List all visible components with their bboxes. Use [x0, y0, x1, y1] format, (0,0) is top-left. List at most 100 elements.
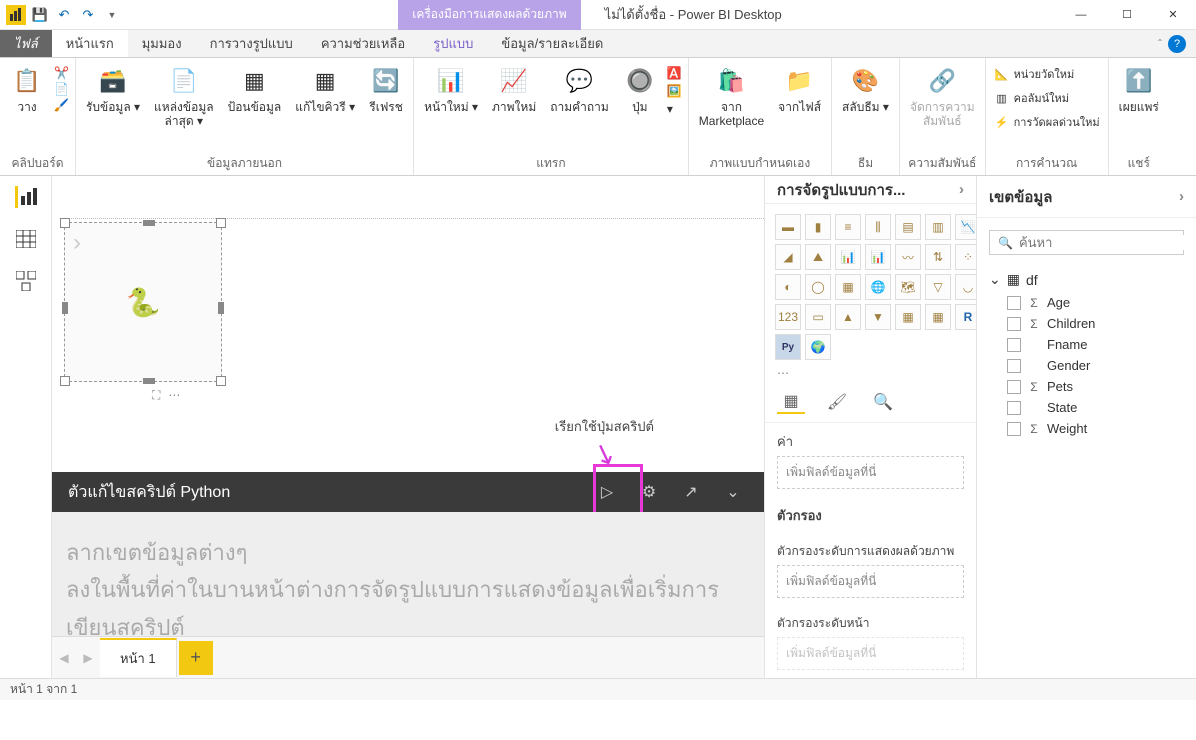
viz-stacked-bar-icon[interactable]: ▬: [775, 214, 801, 240]
qat-dropdown[interactable]: ▼: [102, 5, 122, 25]
viz-stacked-area-icon[interactable]: ⛰: [805, 244, 831, 270]
viz-treemap-icon[interactable]: ▦: [835, 274, 861, 300]
viz-funnel-icon[interactable]: ▽: [925, 274, 951, 300]
viz-clustered-column-icon[interactable]: ⫼: [865, 214, 891, 240]
new-column-button[interactable]: ▥คอลัมน์ใหม่: [992, 88, 1102, 108]
add-page-button[interactable]: +: [179, 641, 213, 675]
image-icon[interactable]: 🖼️: [667, 84, 682, 98]
tab-home[interactable]: หน้าแรก: [52, 30, 128, 57]
report-canvas[interactable]: › 🐍 ⛶ ⋯ เรียกใช้ปุ่มสคริปต์ ↘ ตัวแก้ไขสค…: [52, 176, 764, 678]
from-file-button[interactable]: 📁จากไฟส์: [774, 62, 825, 116]
checkbox[interactable]: [1007, 401, 1021, 415]
collapse-editor-icon[interactable]: ⌄: [718, 477, 748, 507]
table-df[interactable]: ⌄ ▦ df: [977, 267, 1196, 292]
tab-format[interactable]: รูปแบบ: [419, 30, 487, 57]
viz-more-icon[interactable]: ⋯: [765, 364, 976, 382]
checkbox[interactable]: [1007, 338, 1021, 352]
format-tab-icon[interactable]: 🖌: [823, 390, 851, 414]
save-icon[interactable]: 💾: [30, 5, 50, 25]
recent-sources-button[interactable]: 📄แหล่งข้อมูล ล่าสุด ▾: [150, 62, 218, 131]
tab-help[interactable]: ความช่วยเหลือ: [307, 30, 419, 57]
new-page-button[interactable]: 📊หน้าใหม่ ▾: [420, 62, 482, 116]
checkbox[interactable]: [1007, 422, 1021, 436]
analytics-tab-icon[interactable]: 🔍: [869, 390, 897, 414]
checkbox[interactable]: [1007, 317, 1021, 331]
viz-area-icon[interactable]: ◢: [775, 244, 801, 270]
viz-python-icon[interactable]: Py: [775, 334, 801, 360]
python-visual-placeholder[interactable]: › 🐍: [64, 222, 222, 382]
close-button[interactable]: ✕: [1150, 0, 1196, 30]
edit-queries-button[interactable]: ▦แก้ไขคิวรี ▾: [291, 62, 359, 116]
viz-card-icon[interactable]: 123: [775, 304, 801, 330]
undo-icon[interactable]: ↶: [54, 5, 74, 25]
viz-donut-icon[interactable]: ◯: [805, 274, 831, 300]
viz-clustered-bar-icon[interactable]: ≡: [835, 214, 861, 240]
get-data-button[interactable]: 🗃️รับข้อมูล ▾: [82, 62, 144, 116]
quick-measure-button[interactable]: ⚡การวัดผลด่วนใหม่: [992, 112, 1102, 132]
ask-question-button[interactable]: 💬ถามคำถาม: [546, 62, 613, 116]
checkbox[interactable]: [1007, 380, 1021, 394]
checkbox[interactable]: [1007, 296, 1021, 310]
popout-icon[interactable]: ↗: [676, 477, 706, 507]
maximize-button[interactable]: ☐: [1104, 0, 1150, 30]
copy-icon[interactable]: 📄: [54, 82, 69, 96]
viz-arcgis-icon[interactable]: 🌍: [805, 334, 831, 360]
field-children[interactable]: ΣChildren: [977, 313, 1196, 334]
field-pets[interactable]: ΣPets: [977, 376, 1196, 397]
more-options-icon[interactable]: ⋯: [168, 388, 180, 403]
refresh-button[interactable]: 🔄รีเฟรช: [365, 62, 407, 116]
field-gender[interactable]: Gender: [977, 355, 1196, 376]
viz-line-column-icon[interactable]: 📊: [835, 244, 861, 270]
page-prev-icon[interactable]: ◀: [52, 651, 76, 665]
tab-view[interactable]: มุมมอง: [128, 30, 196, 57]
viz-100-bar-icon[interactable]: ▤: [895, 214, 921, 240]
checkbox[interactable]: [1007, 359, 1021, 373]
publish-button[interactable]: ⬆️เผยแพร่: [1115, 62, 1163, 116]
redo-icon[interactable]: ↷: [78, 5, 98, 25]
report-view-icon[interactable]: [15, 186, 37, 208]
collapse-viz-pane-icon[interactable]: ›: [959, 181, 964, 198]
fields-tab-icon[interactable]: ▦: [777, 390, 805, 414]
viz-stacked-column-icon[interactable]: ▮: [805, 214, 831, 240]
viz-line-clustered-icon[interactable]: 📊: [865, 244, 891, 270]
viz-ribbon-icon[interactable]: 〰: [895, 244, 921, 270]
script-editor-body[interactable]: ลากเขตข้อมูลต่างๆ ลงในพื้นที่ค่าในบานหน้…: [52, 512, 764, 636]
from-marketplace-button[interactable]: 🛍️จาก Marketplace: [695, 62, 768, 131]
viz-multi-card-icon[interactable]: ▭: [805, 304, 831, 330]
enter-data-button[interactable]: ▦ป้อนข้อมูล: [224, 62, 286, 116]
cut-icon[interactable]: ✂️: [54, 66, 69, 80]
viz-kpi-icon[interactable]: ▲: [835, 304, 861, 330]
buttons-button[interactable]: 🔘ปุ่ม: [619, 62, 661, 116]
viz-map-icon[interactable]: 🌐: [865, 274, 891, 300]
page-next-icon[interactable]: ▶: [76, 651, 100, 665]
viz-slicer-icon[interactable]: ▼: [865, 304, 891, 330]
viz-pie-icon[interactable]: ◐: [775, 274, 801, 300]
manage-relationships-button[interactable]: 🔗จัดการความ สัมพันธ์: [906, 62, 979, 131]
model-view-icon[interactable]: [15, 270, 37, 292]
tab-modeling[interactable]: การวางรูปแบบ: [196, 30, 307, 57]
tab-data[interactable]: ข้อมูล/รายละเอียด: [487, 30, 617, 57]
switch-theme-button[interactable]: 🎨สลับธีม ▾: [838, 62, 893, 116]
page-tab-1[interactable]: หน้า 1: [100, 638, 177, 677]
fields-search[interactable]: 🔍: [989, 230, 1184, 255]
new-measure-button[interactable]: 📐หน่วยวัดใหม่: [992, 64, 1102, 84]
viz-waterfall-icon[interactable]: ⇅: [925, 244, 951, 270]
help-icon[interactable]: ?: [1168, 35, 1186, 53]
paste-button[interactable]: 📋 วาง: [6, 62, 48, 116]
viz-100-column-icon[interactable]: ▥: [925, 214, 951, 240]
collapse-ribbon-icon[interactable]: ˆ: [1158, 37, 1162, 51]
viz-matrix-icon[interactable]: ▦: [925, 304, 951, 330]
values-well[interactable]: เพิ่มฟิลด์ข้อมูลที่นี่: [777, 456, 964, 489]
collapse-fields-pane-icon[interactable]: ›: [1179, 188, 1184, 205]
field-fname[interactable]: Fname: [977, 334, 1196, 355]
visual-filter-well[interactable]: เพิ่มฟิลด์ข้อมูลที่นี่: [777, 565, 964, 598]
format-painter-icon[interactable]: 🖌️: [54, 98, 69, 112]
page-filter-well[interactable]: เพิ่มฟิลด์ข้อมูลที่นี่: [777, 637, 964, 670]
field-state[interactable]: State: [977, 397, 1196, 418]
shapes-icon[interactable]: ▾: [667, 102, 682, 116]
search-input[interactable]: [1019, 235, 1195, 250]
focus-mode-icon[interactable]: ⛶: [152, 388, 160, 403]
viz-filled-map-icon[interactable]: 🗺: [895, 274, 921, 300]
viz-table-icon[interactable]: ▦: [895, 304, 921, 330]
new-visual-button[interactable]: 📈ภาพใหม่: [488, 62, 540, 116]
